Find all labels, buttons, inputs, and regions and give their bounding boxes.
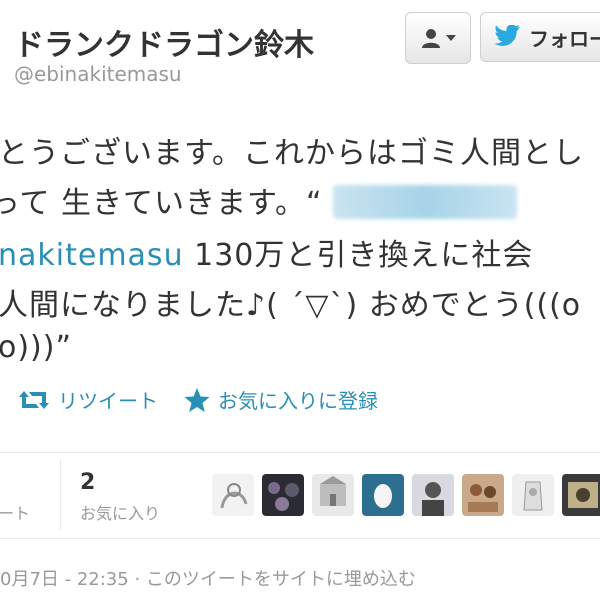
blurred-redacted-text — [333, 185, 518, 219]
avatar[interactable] — [462, 474, 504, 516]
favorite-label: お気に入りに登録 — [218, 389, 378, 413]
tweet-footer: 0月7日 - 22:35 · このツイートをサイトに埋め込む — [0, 565, 416, 591]
tweet-text-fragment: って 生きていきます。“ — [0, 186, 323, 221]
avatar[interactable] — [312, 474, 354, 516]
user-display-name[interactable]: ドランクドラゴン鈴木 — [14, 20, 314, 64]
retweet-action[interactable]: リツイート — [18, 385, 158, 414]
tweet-text-line: nakitemasu 130万と引き換えに社会 — [0, 230, 533, 274]
user-actions-dropdown-button[interactable] — [405, 12, 471, 64]
tweet-text-line: とうございます。これからはゴミ人間とし — [0, 136, 584, 171]
avatar[interactable] — [562, 474, 600, 516]
favorited-by-avatars — [212, 474, 600, 516]
tweet-header: ドランクドラゴン鈴木 @ebinakitemasu フォロー — [0, 0, 600, 95]
tweet-timestamp[interactable]: 0月7日 - 22:35 — [0, 569, 129, 590]
favorite-action[interactable]: お気に入りに登録 — [184, 385, 378, 414]
avatar[interactable] — [212, 474, 254, 516]
avatar[interactable] — [412, 474, 454, 516]
star-icon — [184, 387, 210, 412]
embed-tweet-link[interactable]: このツイートをサイトに埋め込む — [146, 569, 416, 590]
tweet-text: とうございます。これからはゴミ人間とし って 生きていきます。“ nakitem… — [0, 118, 600, 365]
favorites-count[interactable]: 2 — [80, 470, 95, 495]
tweet-text-fragment: 130万と引き換えに社会 — [183, 238, 534, 273]
tweet-text-line: o)))” — [0, 330, 73, 365]
retweet-icon — [19, 390, 49, 409]
tweet-text-line: 人間になりました♪( ´▽`) おめでとう(((o — [0, 288, 582, 323]
avatar[interactable] — [262, 474, 304, 516]
favorites-stat-label[interactable]: お気に入り — [80, 500, 160, 524]
avatar[interactable] — [362, 474, 404, 516]
tweet-actions: リツイート お気に入りに登録 — [0, 385, 600, 421]
person-icon — [422, 29, 440, 48]
mention-link[interactable]: nakitemasu — [0, 238, 184, 273]
twitter-bird-icon — [494, 25, 520, 46]
divider — [0, 538, 600, 539]
tweet-text-line: って 生きていきます。“ — [0, 178, 518, 222]
separator: · — [128, 569, 146, 590]
divider — [0, 452, 600, 453]
follow-button[interactable]: フォロー — [480, 12, 600, 62]
avatar[interactable] — [512, 474, 554, 516]
retweets-stat-label[interactable]: ート — [0, 500, 30, 524]
user-handle[interactable]: @ebinakitemasu — [14, 62, 182, 86]
chevron-down-icon — [446, 35, 456, 41]
follow-button-label: フォロー — [529, 26, 600, 51]
retweet-label: リツイート — [58, 389, 158, 413]
